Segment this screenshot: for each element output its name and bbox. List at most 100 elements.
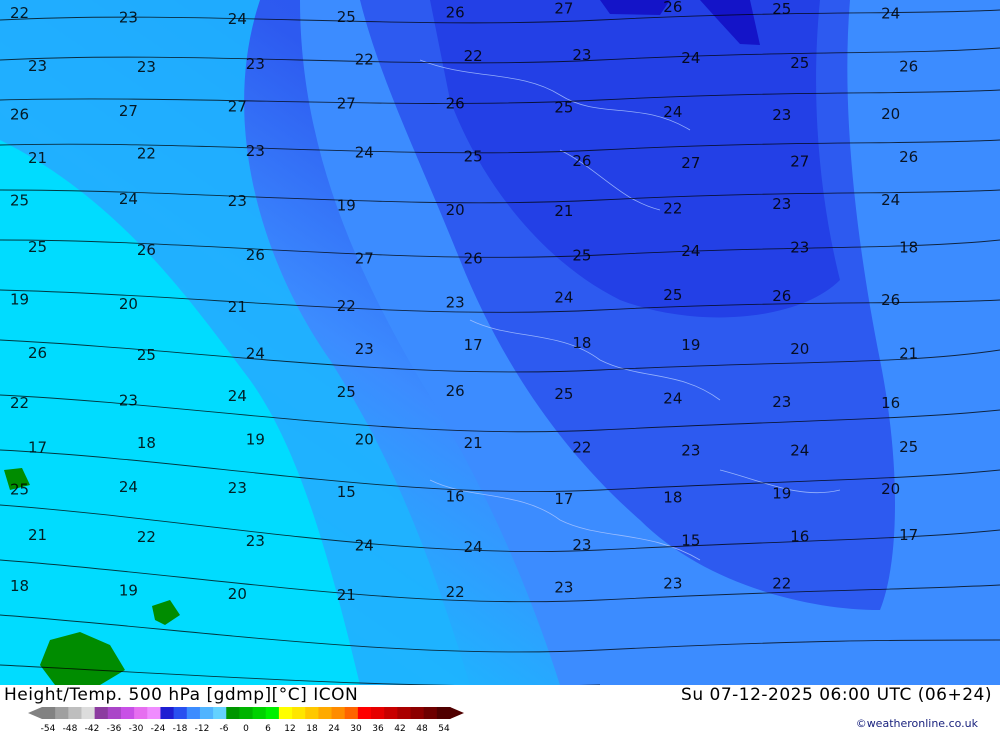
contour-label: 20 — [355, 431, 374, 449]
contour-label: 23 — [681, 442, 700, 460]
contour-label: 22 — [137, 144, 156, 162]
contour-label: 21 — [228, 298, 247, 316]
contour-label: 27 — [119, 102, 138, 120]
contour-label: 21 — [28, 526, 47, 544]
legend-swatch — [81, 707, 96, 719]
contour-label: 15 — [681, 531, 700, 549]
legend-tick-labels: -54 -48 -42 -36 -30 -24 -18 -12 -6 0 6 12 18 24 30 36 42… — [41, 724, 450, 733]
contour-label: 25 — [772, 0, 791, 18]
contour-label: 24 — [681, 242, 700, 260]
legend-swatch — [371, 707, 385, 719]
legend-swatch — [278, 707, 293, 719]
legend-swatch — [331, 707, 346, 719]
contour-label: 24 — [554, 289, 573, 307]
contour-label: 23 — [228, 192, 247, 210]
contour-label: 19 — [337, 197, 356, 215]
legend-swatch — [265, 707, 280, 719]
legend-tick-label: 12 — [284, 724, 295, 733]
contour-label: 26 — [663, 0, 682, 16]
contour-label: 17 — [554, 490, 573, 508]
contour-label: 26 — [464, 250, 483, 268]
contour-label: 23 — [790, 239, 809, 257]
contour-label: 23 — [119, 8, 138, 26]
legend-swatch — [199, 707, 214, 719]
legend-swatch — [213, 707, 227, 719]
contour-label: 25 — [790, 54, 809, 72]
legend-swatch — [226, 707, 240, 719]
contour-label: 18 — [663, 489, 682, 507]
contour-label: 25 — [554, 98, 573, 116]
legend-tick-label: -54 — [41, 724, 56, 733]
contour-label: 23 — [663, 575, 682, 593]
contour-label: 25 — [663, 286, 682, 304]
contour-label: 24 — [464, 538, 483, 556]
contour-label: 22 — [337, 297, 356, 315]
contour-label: 26 — [772, 287, 791, 305]
contour-label: 22 — [663, 200, 682, 218]
legend-swatches — [28, 707, 464, 719]
contour-label: 20 — [790, 340, 809, 358]
contour-label: 26 — [10, 106, 29, 124]
contour-label: 18 — [137, 434, 156, 452]
contour-label: 25 — [10, 192, 29, 210]
contour-label: 17 — [28, 439, 47, 457]
contour-label: 20 — [881, 105, 900, 123]
contour-label: 22 — [137, 528, 156, 546]
contour-label: 26 — [28, 344, 47, 362]
legend-tick-label: -24 — [151, 724, 166, 733]
contour-label: 24 — [355, 143, 374, 161]
contour-label: 24 — [790, 441, 809, 459]
legend-swatch — [357, 707, 372, 719]
legend-swatch — [436, 707, 451, 719]
legend-arrow-left — [28, 707, 42, 719]
contour-label: 27 — [681, 154, 700, 172]
contour-label: 22 — [446, 583, 465, 601]
contour-label: 18 — [899, 239, 918, 257]
contour-label: 23 — [572, 536, 591, 554]
contour-label: 25 — [137, 346, 156, 364]
contour-label: 24 — [228, 10, 247, 28]
legend-tick-label: 0 — [243, 724, 249, 733]
legend-swatch — [94, 707, 109, 719]
legend-swatch — [423, 707, 438, 719]
copyright-link[interactable]: ©weatheronline.co.uk — [856, 717, 978, 730]
contour-label: 23 — [119, 392, 138, 410]
legend-swatch — [120, 707, 135, 719]
contour-label: 26 — [446, 4, 465, 22]
legend-arrow-right — [450, 707, 464, 719]
weather-map: 22 23 24 25 26 27 26 25 24 23 23 23 22 22 23 24 25 26 26 27… — [0, 0, 1000, 685]
contour-label: 24 — [228, 387, 247, 405]
contour-label: 23 — [355, 340, 374, 358]
valid-time: Su 07-12-2025 06:00 UTC (06+24) — [681, 685, 992, 705]
legend-tick-label: 18 — [306, 724, 318, 733]
contour-label: 23 — [246, 55, 265, 73]
contour-label: 20 — [119, 295, 138, 313]
legend-swatch — [173, 707, 188, 719]
contour-label: 27 — [337, 94, 356, 112]
contour-label: 25 — [899, 438, 918, 456]
contour-label: 22 — [772, 574, 791, 592]
contour-label: 22 — [10, 394, 29, 412]
legend-swatch — [107, 707, 122, 719]
contour-label: 19 — [119, 581, 138, 599]
legend-tick-label: -42 — [85, 724, 100, 733]
contour-label: 22 — [464, 47, 483, 65]
legend-tick-label: -30 — [129, 724, 144, 733]
legend-swatch — [134, 707, 148, 719]
legend-swatch — [68, 707, 82, 719]
contour-label: 24 — [246, 344, 265, 362]
contour-label: 20 — [228, 585, 247, 603]
contour-label: 24 — [119, 478, 138, 496]
contour-label: 23 — [772, 195, 791, 213]
contour-label: 26 — [137, 241, 156, 259]
contour-label: 19 — [772, 485, 791, 503]
map-title: Height/Temp. 500 hPa [gdmp][°C] ICON — [4, 685, 359, 705]
contour-label: 24 — [663, 103, 682, 121]
contour-label: 21 — [28, 149, 47, 167]
legend-swatch — [147, 707, 161, 719]
legend-tick-label: 48 — [416, 724, 428, 733]
contour-label: 22 — [572, 439, 591, 457]
contour-label: 23 — [137, 58, 156, 76]
legend-tick-label: 24 — [328, 724, 340, 733]
contour-label: 27 — [228, 97, 247, 115]
